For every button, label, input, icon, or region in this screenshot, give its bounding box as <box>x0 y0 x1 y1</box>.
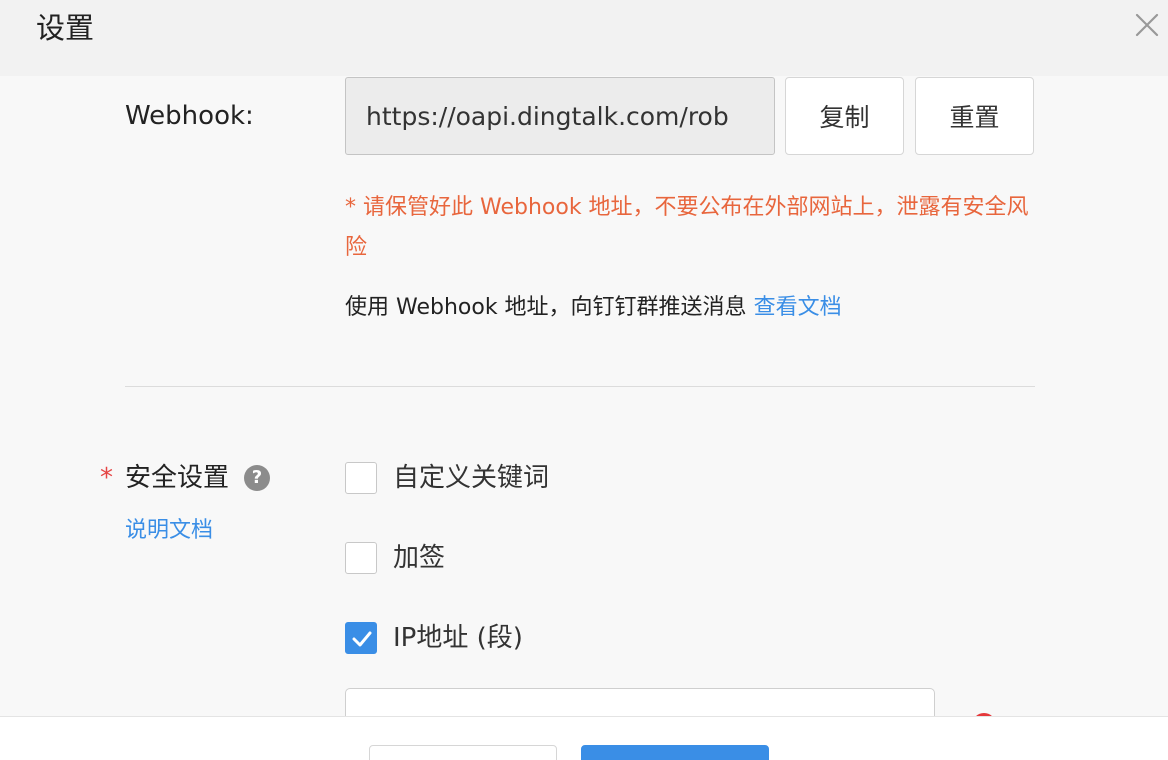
reset-button[interactable]: 重置 <box>915 77 1034 155</box>
confirm-button[interactable] <box>581 745 769 760</box>
dialog-footer <box>0 716 1168 760</box>
view-docs-link[interactable]: 查看文档 <box>754 295 842 320</box>
close-icon <box>1135 13 1159 37</box>
option-label: IP地址 (段) <box>393 623 523 653</box>
custom-keyword-checkbox[interactable] <box>345 462 377 494</box>
webhook-usage: 使用 Webhook 地址，向钉钉群推送消息 查看文档 <box>345 288 842 328</box>
dialog-header: 设置 <box>0 0 1168 76</box>
required-mark: * <box>100 463 113 493</box>
check-icon <box>352 631 372 647</box>
webhook-usage-text: 使用 Webhook 地址，向钉钉群推送消息 <box>345 295 747 320</box>
dialog-title: 设置 <box>36 11 95 45</box>
dialog-body <box>0 76 1168 716</box>
section-divider <box>125 386 1035 387</box>
option-label: 自定义关键词 <box>393 463 550 493</box>
close-button[interactable] <box>1132 10 1162 40</box>
webhook-url-input[interactable] <box>345 77 775 155</box>
option-label: 加签 <box>393 543 446 573</box>
webhook-label: Webhook: <box>125 101 254 131</box>
security-settings-label: 安全设置 <box>125 463 230 493</box>
question-circle-icon[interactable]: ? <box>244 465 270 491</box>
sign-checkbox[interactable] <box>345 542 377 574</box>
security-doc-link[interactable]: 说明文档 <box>125 514 213 548</box>
webhook-warning: * 请保管好此 Webhook 地址，不要公布在外部网站上，泄露有安全风险 <box>345 195 1029 260</box>
cancel-button[interactable] <box>369 745 557 760</box>
ip-address-checkbox[interactable] <box>345 622 377 654</box>
copy-button[interactable]: 复制 <box>785 77 904 155</box>
